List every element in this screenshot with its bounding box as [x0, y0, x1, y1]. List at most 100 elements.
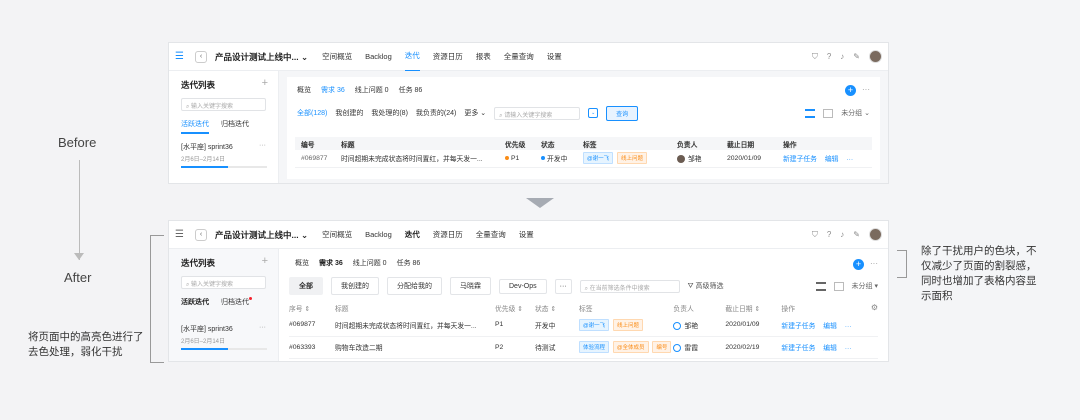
filter-more-icon[interactable]: ··· [554, 278, 572, 294]
search-input[interactable]: ⌕ 在当前筛选条件中搜索 [579, 279, 680, 293]
row-actions: 新建子任务 编辑 ··· [781, 314, 878, 337]
tab-online-issues[interactable]: 线上问题 0 [353, 258, 387, 268]
avatar[interactable] [869, 50, 882, 63]
search-input[interactable]: ⌕ 请输入关键字搜索 [494, 106, 581, 120]
board-view-icon[interactable] [833, 281, 844, 291]
filter-responsible[interactable]: 我负责的(24) [416, 108, 456, 118]
new-subtask-link[interactable]: 新建子任务 [781, 323, 815, 330]
nav-overview[interactable]: 空间概览 [322, 43, 352, 71]
shield-icon[interactable]: ⛉ [812, 230, 818, 240]
filter-created[interactable]: 我创建的 [331, 277, 379, 295]
list-view-icon[interactable] [805, 108, 816, 118]
tab-online-issues[interactable]: 线上问题 0 [355, 85, 389, 95]
nav-overview[interactable]: 空间概览 [322, 221, 352, 249]
sprint-more-icon[interactable]: ··· [259, 324, 266, 331]
filter-devops[interactable]: Dev-Ops [499, 278, 547, 294]
new-subtask-link[interactable]: 新建子任务 [783, 156, 817, 163]
nav-iteration[interactable]: 迭代 [405, 221, 420, 249]
nav-settings[interactable]: 设置 [547, 43, 562, 71]
nav-iteration[interactable]: 迭代 [404, 43, 420, 72]
filter-more[interactable]: 更多 ⌄ [464, 108, 486, 118]
filter-handled[interactable]: 我处理的(8) [371, 108, 408, 118]
bell-icon[interactable]: ♪ [840, 230, 844, 239]
tab-overview[interactable]: 概览 [295, 258, 309, 268]
group-select[interactable]: 未分组 ▾ [852, 281, 878, 291]
nav-full-query[interactable]: 全量查询 [476, 221, 506, 249]
tab-archived-iterations[interactable]: 归档迭代 [221, 119, 249, 134]
sprint-item[interactable]: [水平座] sprint36 ··· [181, 142, 266, 152]
sprint-more-icon[interactable]: ··· [259, 142, 266, 149]
back-button[interactable]: ‹ [195, 50, 207, 63]
more-icon[interactable]: ··· [870, 259, 878, 268]
nav-reports[interactable]: 报表 [476, 43, 491, 71]
tab-archived-iterations[interactable]: 归档迭代 [221, 297, 252, 310]
nav-settings[interactable]: 设置 [519, 221, 534, 249]
advanced-filter-button[interactable]: ⛛ 高级筛选 [688, 281, 724, 291]
tab-overview[interactable]: 概览 [297, 85, 311, 95]
sidebar-search-input[interactable]: ⌕ 输入关键字搜索 [181, 276, 266, 289]
tab-active-iterations[interactable]: 活跃迭代 [181, 119, 209, 134]
pencil-icon[interactable]: ✎ [853, 52, 860, 61]
more-icon[interactable]: ··· [862, 85, 870, 94]
tab-requirements[interactable]: 需求 36 [321, 85, 345, 95]
avatar[interactable] [869, 228, 882, 241]
help-icon[interactable]: ? [827, 230, 831, 239]
sprint-item[interactable]: [水平座] sprint36 ··· [181, 324, 266, 334]
query-button[interactable]: 查询 [606, 105, 639, 121]
add-button[interactable]: + [845, 85, 856, 96]
add-iteration-icon[interactable]: + [262, 77, 268, 89]
pencil-icon[interactable]: ✎ [853, 230, 860, 239]
project-switcher[interactable]: 产品设计测试上线中... ⌄ [215, 51, 308, 63]
menu-icon[interactable]: ☰ [175, 229, 187, 240]
edit-link[interactable]: 编辑 [825, 156, 839, 163]
add-button[interactable]: + [853, 259, 864, 270]
table-row[interactable]: #069877 时间超期未完成状态将时间置红，并每天发一... P1 开发中 @… [289, 314, 878, 337]
new-subtask-link[interactable]: 新建子任务 [781, 345, 815, 352]
nav-full-query[interactable]: 全量查询 [504, 43, 534, 71]
row-more-icon[interactable]: ··· [846, 156, 853, 163]
row-title[interactable]: 购物车改造二期 [335, 336, 495, 359]
edit-link[interactable]: 编辑 [823, 345, 837, 352]
table-row[interactable]: #063393 购物车改造二期 P2 待测试 体验流程 @全体成员 编号 雷霞 [289, 336, 878, 359]
tab-tasks[interactable]: 任务 86 [399, 85, 423, 95]
add-iteration-icon[interactable]: + [262, 255, 268, 267]
nav-backlog[interactable]: Backlog [365, 43, 392, 70]
nav-backlog[interactable]: Backlog [365, 221, 392, 248]
row-due: 2020/01/09 [725, 314, 782, 337]
col-id: 序号 ⇕ [289, 305, 311, 313]
group-select[interactable]: 未分组 ⌄ [841, 108, 870, 118]
filter-person[interactable]: 马晓霖 [450, 277, 491, 295]
table-row[interactable]: #069877 时间超期未完成状态将时间置红，并每天发一... P1 开发中 @… [295, 150, 872, 168]
filter-assigned[interactable]: 分配给我的 [387, 277, 442, 295]
tab-active-iterations[interactable]: 活跃迭代 [181, 297, 209, 310]
left-note: 将页面中的高亮色进行了 去色处理，弱化干扰 [28, 330, 144, 360]
filter-created[interactable]: 我创建的 [335, 108, 363, 118]
tab-requirements[interactable]: 需求 36 [319, 258, 343, 268]
sidebar: 迭代列表 + ⌕ 输入关键字搜索 活跃迭代 归档迭代 [水平座] sprint3… [169, 71, 279, 183]
row-title[interactable]: 时间超期未完成状态将时间置红，并每天发一... [335, 314, 495, 337]
bell-icon[interactable]: ♪ [840, 52, 844, 61]
priority-label: P1 [511, 154, 520, 162]
nav-resource-calendar[interactable]: 资源日历 [433, 43, 463, 71]
filter-all[interactable]: 全部(128) [297, 108, 327, 118]
row-title[interactable]: 时间超期未完成状态将时间置红，并每天发一... [341, 150, 505, 168]
row-more-icon[interactable]: ··· [845, 345, 852, 352]
sidebar-title: 迭代列表 [181, 80, 216, 90]
expand-filter-icon[interactable]: ⌄ [588, 108, 599, 118]
gear-icon[interactable]: ⚙ [871, 303, 878, 312]
tab-tasks[interactable]: 任务 86 [397, 258, 421, 268]
project-switcher[interactable]: 产品设计测试上线中... ⌄ [215, 229, 308, 241]
edit-link[interactable]: 编辑 [823, 323, 837, 330]
menu-icon[interactable]: ☰ [175, 51, 187, 62]
sidebar-search-input[interactable]: ⌕ 输入关键字搜索 [181, 98, 266, 111]
search-placeholder: 请输入关键字搜索 [504, 112, 553, 119]
filter-all[interactable]: 全部 [289, 277, 323, 295]
col-label: 状态 [535, 305, 549, 313]
row-more-icon[interactable]: ··· [845, 323, 852, 330]
board-view-icon[interactable] [823, 108, 834, 118]
shield-icon[interactable]: ⛉ [812, 52, 818, 62]
nav-resource-calendar[interactable]: 资源日历 [433, 221, 463, 249]
help-icon[interactable]: ? [827, 52, 831, 61]
list-view-icon[interactable] [815, 281, 826, 291]
back-button[interactable]: ‹ [195, 228, 207, 241]
